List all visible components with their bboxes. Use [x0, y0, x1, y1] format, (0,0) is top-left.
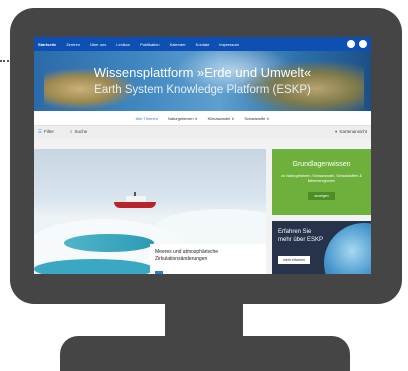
icebreaker-ship: [114, 192, 156, 208]
top-navigation: Startseite Zentren Über uns Lexikon Publ…: [34, 37, 371, 51]
monitor-screen: Startseite Zentren Über uns Lexikon Publ…: [34, 37, 371, 274]
nav-item-zentren[interactable]: Zentren: [66, 42, 80, 47]
category-climate-change[interactable]: Klimawandel ∨: [208, 116, 235, 121]
category-pollutants[interactable]: Schadstoffe ∨: [244, 116, 269, 121]
nav-item-kalender[interactable]: Kalender: [170, 42, 186, 47]
filter-bar: ☰ Filter ⌕ Suche ● Kartenansicht: [34, 125, 371, 139]
category-bar: Alle Themen Naturgefahren ∨ Klimawandel …: [34, 111, 371, 125]
feature-caption[interactable]: Meeres und atmosphärische Zirkulationsän…: [150, 244, 266, 274]
top-nav-icons: [347, 40, 367, 48]
magnifier-icon: ⌕: [70, 129, 73, 134]
nav-item-ueber-uns[interactable]: Über uns: [90, 42, 106, 47]
search-label: Suche: [74, 129, 88, 134]
map-view-button[interactable]: ● Kartenansicht: [335, 129, 367, 134]
search-icon[interactable]: [359, 40, 367, 48]
nav-item-lexikon[interactable]: Lexikon: [116, 42, 130, 47]
basics-show-button[interactable]: anzeigen: [308, 192, 335, 200]
basics-text: zu Naturgefahren, Klimawandel, Schadstof…: [281, 174, 362, 183]
basics-tile[interactable]: Grundlagenwissen zu Naturgefahren, Klima…: [272, 149, 371, 215]
about-eskp-text: Erfahren Sie mehr über ESKP: [278, 229, 323, 244]
basics-title: Grundlagenwissen: [292, 161, 351, 168]
language-icon[interactable]: [347, 40, 355, 48]
map-view-label: Kartenansicht: [339, 129, 367, 134]
about-line-2: mehr über ESKP: [278, 236, 324, 243]
caption-line-2: Zirkulationsänderungen: [155, 255, 208, 262]
globe-image: [324, 223, 371, 274]
hero-title: Wissensplattform »Erde und Umwelt«: [93, 65, 312, 80]
search-button[interactable]: ⌕ Suche: [70, 129, 87, 134]
nav-item-kontakt[interactable]: Kontakt: [196, 42, 210, 47]
globe-icon: ●: [334, 129, 338, 134]
meltwater-pond: [34, 259, 154, 274]
caption-accent-bar: [155, 271, 163, 274]
category-natural-hazards[interactable]: Naturgefahren ∨: [168, 116, 198, 121]
hero-banner: Wissensplattform »Erde und Umwelt« Earth…: [34, 51, 371, 111]
nav-item-impressum[interactable]: Impressum: [219, 42, 239, 47]
about-line-1: Erfahren Sie: [278, 229, 312, 235]
monitor-base: [60, 336, 350, 371]
filter-icon: ☰: [38, 129, 43, 134]
ship-hull: [114, 202, 156, 208]
nav-item-startseite[interactable]: Startseite: [38, 42, 56, 47]
feature-photo-tile[interactable]: Meeres und atmosphärische Zirkulationsän…: [34, 149, 266, 274]
about-eskp-tile[interactable]: Erfahren Sie mehr über ESKP mehr erfahre…: [272, 221, 371, 274]
filter-label: Filter: [44, 129, 55, 134]
hero-subtitle: Earth System Knowledge Platform (ESKP): [94, 84, 311, 96]
category-all-topics[interactable]: Alle Themen: [136, 116, 158, 121]
nav-item-publikation[interactable]: Publikation: [140, 42, 160, 47]
filter-button[interactable]: ☰ Filter: [38, 129, 54, 135]
meltwater-pond: [64, 234, 154, 252]
learn-more-button[interactable]: mehr erfahren: [278, 256, 310, 264]
